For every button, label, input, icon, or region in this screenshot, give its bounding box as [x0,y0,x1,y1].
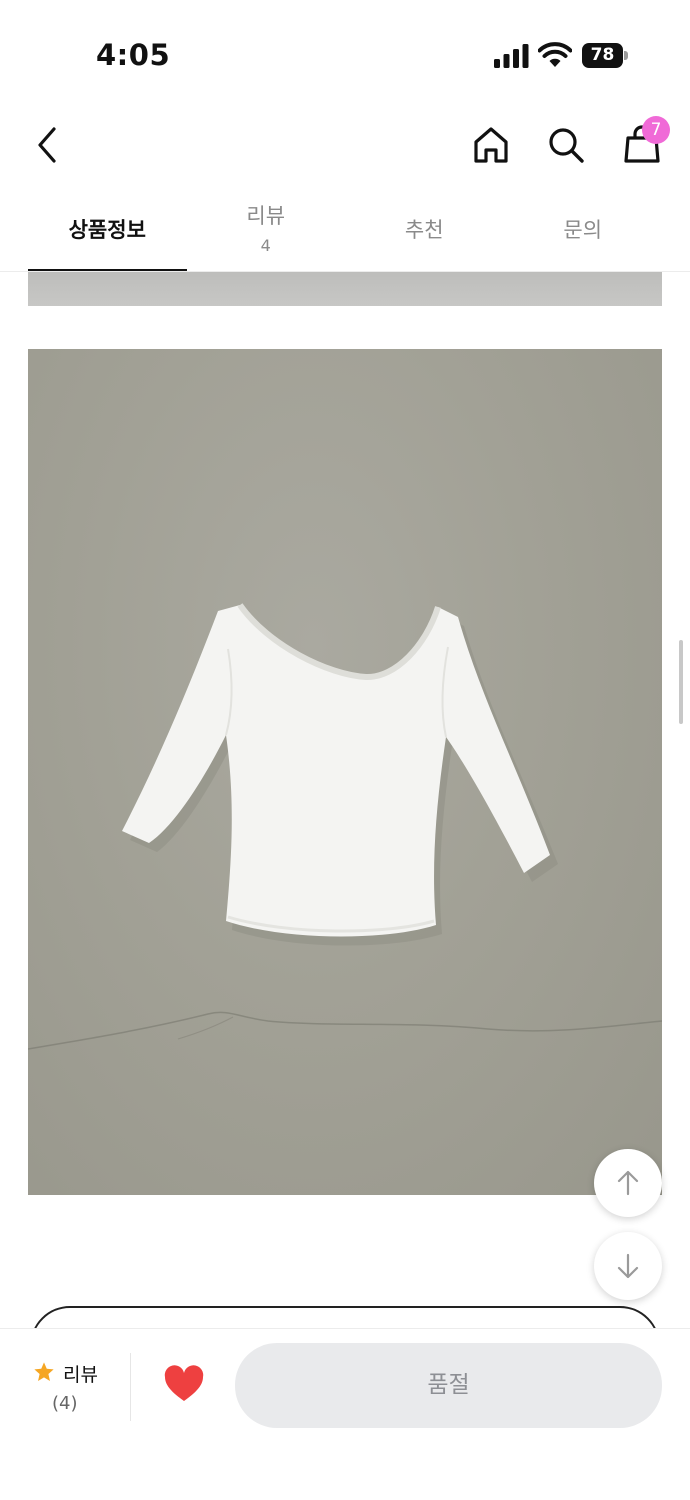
cellular-signal-icon [494,44,529,68]
bar-divider [130,1353,131,1421]
tab-inquiry[interactable]: 문의 [504,190,663,272]
product-image-previous [28,272,662,306]
status-time: 4:05 [96,38,171,72]
cart-count-badge: 7 [642,116,670,144]
tab-review-count: 4 [260,236,271,255]
review-summary[interactable]: 리뷰 (4) [30,1357,110,1417]
battery-indicator: 78 [582,43,628,68]
arrow-up-icon [617,1170,639,1196]
star-icon [34,1362,54,1381]
tab-recommendations[interactable]: 추천 [345,190,504,272]
arrow-down-icon [617,1253,639,1279]
battery-cap [624,51,628,60]
product-tabs: 상품정보 리뷰 4 추천 문의 [28,190,662,272]
white-top-illustration [28,603,662,1050]
tab-label: 문의 [563,218,603,242]
product-photo [28,349,662,1195]
home-icon[interactable] [472,125,510,165]
tab-label: 리뷰 [246,204,286,228]
scrollbar[interactable] [679,640,683,724]
top-nav-header: 7 [0,110,690,185]
battery-level: 78 [582,43,623,68]
heart-icon[interactable] [163,1365,205,1403]
review-count: (4) [52,1393,78,1414]
tab-label: 상품정보 [68,218,146,242]
scroll-to-bottom-button[interactable] [594,1232,662,1300]
back-icon[interactable] [30,125,64,165]
review-label: 리뷰 [63,1364,98,1386]
bottom-action-bar: 리뷰 (4) 품절 [0,1328,690,1500]
soldout-button[interactable]: 품절 [235,1343,662,1428]
tab-reviews[interactable]: 리뷰 4 [187,190,346,272]
status-bar: 4:05 78 [0,0,690,110]
wifi-icon [538,42,572,67]
tab-product-info[interactable]: 상품정보 [28,190,187,272]
tab-label: 추천 [404,218,444,242]
search-icon[interactable] [546,125,586,165]
scroll-to-top-button[interactable] [594,1149,662,1217]
